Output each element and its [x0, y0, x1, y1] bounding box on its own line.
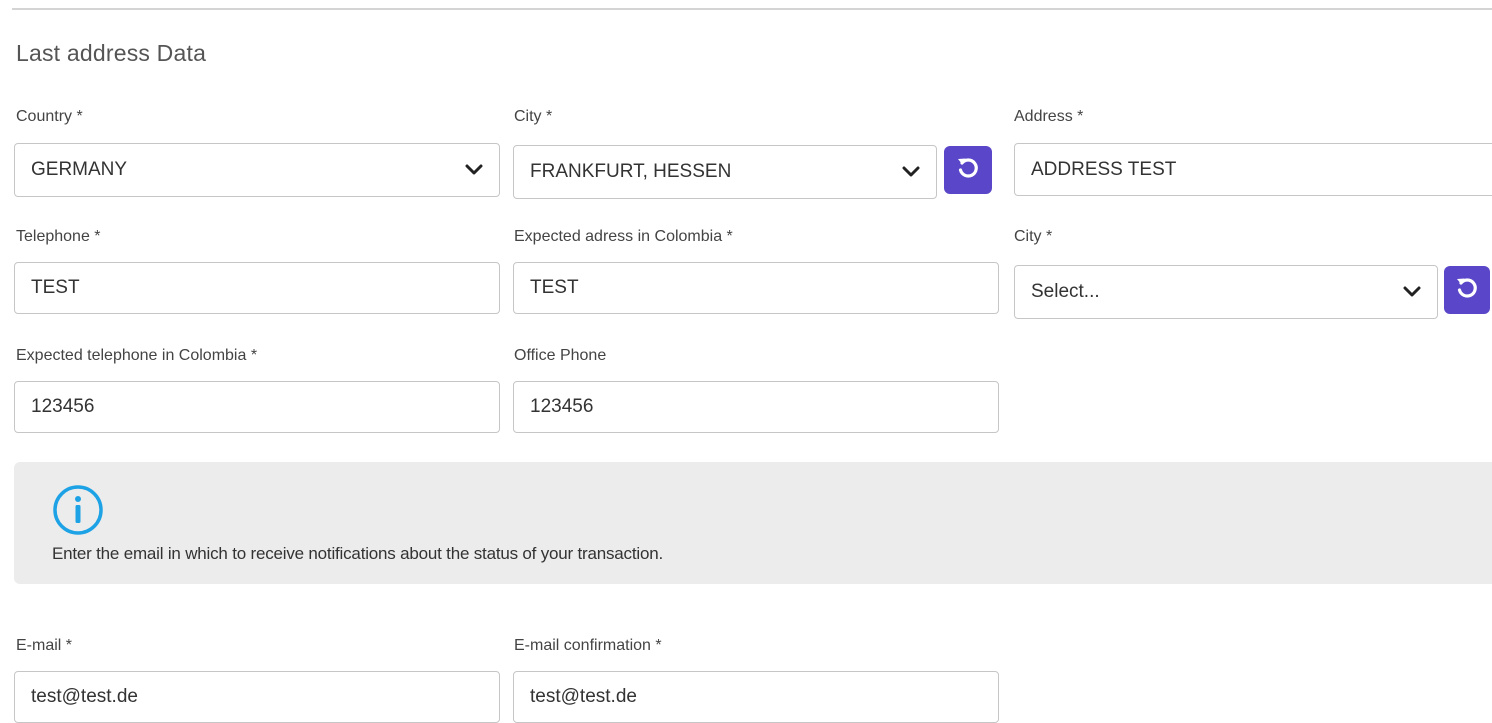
- city-colombia-refresh-button[interactable]: [1444, 266, 1490, 314]
- expected-telephone-label: Expected telephone in Colombia *: [16, 347, 258, 364]
- email-confirmation-input-value: test@test.de: [530, 686, 637, 707]
- expected-telephone-input[interactable]: 123456: [14, 381, 500, 433]
- info-notice: Enter the email in which to receive noti…: [14, 462, 1492, 584]
- city-select[interactable]: FRANKFURT, HESSEN: [513, 145, 937, 199]
- refresh-icon: [955, 155, 981, 186]
- telephone-input-value: TEST: [31, 277, 80, 298]
- city-select-value: FRANKFURT, HESSEN: [530, 161, 732, 182]
- email-input[interactable]: test@test.de: [14, 671, 500, 723]
- expected-address-input[interactable]: TEST: [513, 262, 999, 314]
- email-label: E-mail *: [16, 637, 73, 654]
- city-refresh-button[interactable]: [944, 146, 992, 194]
- email-confirmation-input[interactable]: test@test.de: [513, 671, 999, 723]
- expected-telephone-input-value: 123456: [31, 396, 95, 417]
- address-input[interactable]: ADDRESS TEST: [1014, 143, 1492, 196]
- city-colombia-label: City *: [1014, 228, 1053, 245]
- chevron-down-icon: [1403, 286, 1421, 298]
- city-colombia-select[interactable]: Select...: [1014, 265, 1438, 319]
- office-phone-label: Office Phone: [514, 347, 607, 364]
- top-divider: [12, 8, 1492, 10]
- country-select-value: GERMANY: [31, 159, 128, 180]
- country-label: Country *: [16, 108, 83, 125]
- city-colombia-select-value: Select...: [1031, 281, 1100, 302]
- chevron-down-icon: [465, 164, 483, 176]
- info-circle-icon: [52, 484, 104, 536]
- address-label: Address *: [1014, 108, 1084, 125]
- section-title: Last address Data: [16, 40, 207, 66]
- chevron-down-icon: [902, 166, 920, 178]
- country-select[interactable]: GERMANY: [14, 143, 500, 197]
- telephone-label: Telephone *: [16, 228, 101, 245]
- telephone-input[interactable]: TEST: [14, 262, 500, 314]
- office-phone-input-value: 123456: [530, 396, 594, 417]
- info-text: Enter the email in which to receive noti…: [52, 544, 663, 563]
- expected-address-input-value: TEST: [530, 277, 579, 298]
- email-confirmation-label: E-mail confirmation *: [514, 637, 662, 654]
- city-label: City *: [514, 108, 553, 125]
- email-input-value: test@test.de: [31, 686, 138, 707]
- expected-address-label: Expected adress in Colombia *: [514, 228, 733, 245]
- office-phone-input[interactable]: 123456: [513, 381, 999, 433]
- refresh-icon: [1454, 275, 1480, 306]
- address-input-value: ADDRESS TEST: [1031, 158, 1177, 180]
